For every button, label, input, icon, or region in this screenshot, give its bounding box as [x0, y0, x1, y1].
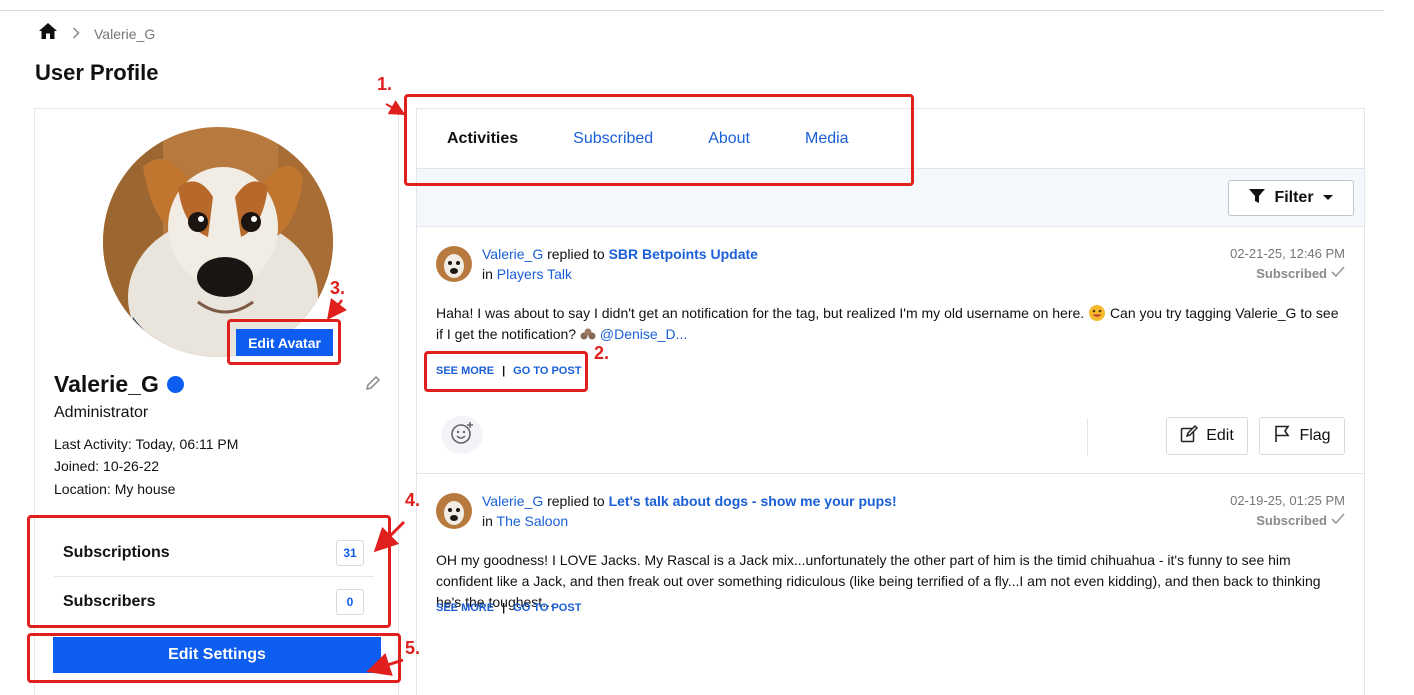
filter-label: Filter — [1274, 189, 1314, 206]
subscribed-label: Subscribed — [1256, 266, 1327, 281]
checkmark-icon — [1331, 513, 1345, 528]
post-date: 02-19-25, 01:25 PM — [1230, 493, 1345, 508]
post-in-label: in — [482, 513, 493, 529]
annotation-number-2: 2. — [594, 343, 610, 363]
activity-post: Valerie_G replied to Let's talk about do… — [417, 475, 1364, 695]
checkmark-icon — [1331, 266, 1345, 281]
grinning-emoji-icon — [1088, 305, 1106, 321]
last-activity: Last Activity: Today, 06:11 PM — [54, 436, 239, 452]
post-header: Valerie_G replied to SBR Betpoints Updat… — [482, 244, 758, 284]
annotation-box-tabs — [404, 94, 914, 186]
annotation-box-avatar — [227, 319, 341, 365]
online-status-icon — [166, 376, 184, 393]
flag-icon — [1273, 425, 1291, 448]
subscribed-label: Subscribed — [1256, 513, 1327, 528]
funnel-icon — [1248, 188, 1266, 209]
annotation-box-settings — [27, 633, 401, 683]
profile-username: Valerie_G — [54, 371, 184, 398]
joined-date: Joined: 10-26-22 — [54, 458, 160, 474]
annotation-number-4: 4. — [405, 490, 421, 510]
post-in-label: in — [482, 266, 493, 282]
home-icon[interactable] — [38, 22, 58, 45]
post-text-part-1: Haha! I was about to say I didn't get an… — [436, 305, 1085, 321]
post-thread-link[interactable]: Let's talk about dogs - show me your pup… — [609, 493, 897, 509]
action-divider — [1087, 418, 1088, 456]
annotation-box-links — [424, 351, 588, 392]
post-avatar[interactable] — [436, 493, 472, 529]
username-text: Valerie_G — [54, 371, 159, 397]
post-thread-link[interactable]: SBR Betpoints Update — [609, 246, 758, 262]
pencil-icon[interactable] — [365, 375, 381, 391]
edit-icon — [1180, 424, 1199, 448]
location: Location: My house — [54, 481, 176, 497]
smiley-plus-icon — [450, 421, 474, 450]
edit-label: Edit — [1206, 427, 1234, 444]
go-to-post-link[interactable]: GO TO POST — [513, 602, 581, 614]
flag-label: Flag — [1299, 427, 1331, 444]
breadcrumb: Valerie_G — [38, 22, 155, 45]
edit-post-button[interactable]: Edit — [1166, 417, 1248, 455]
post-action: replied to — [547, 246, 605, 262]
post-mention-link[interactable]: @Denise_D... — [600, 326, 687, 342]
post-body: Haha! I was about to say I didn't get an… — [436, 303, 1346, 345]
caret-down-icon — [1322, 189, 1334, 207]
filter-button[interactable]: Filter — [1228, 180, 1354, 216]
post-avatar[interactable] — [436, 246, 472, 282]
flag-post-button[interactable]: Flag — [1259, 417, 1345, 455]
post-header: Valerie_G replied to Let's talk about do… — [482, 491, 897, 531]
subscribed-status[interactable]: Subscribed — [1256, 513, 1345, 528]
activity-feed: Filter Valerie_G replied to SBR Betpoint… — [416, 168, 1365, 695]
subscribed-status[interactable]: Subscribed — [1256, 266, 1345, 281]
post-action: replied to — [547, 493, 605, 509]
link-separator: | — [502, 602, 506, 614]
profile-role: Administrator — [54, 404, 149, 421]
top-divider — [0, 10, 1384, 11]
annotation-number-5: 5. — [405, 638, 421, 658]
monkeys-emoji-icon — [580, 326, 596, 342]
annotation-number-1: 1. — [377, 74, 393, 94]
chevron-right-icon — [72, 26, 80, 42]
post-date: 02-21-25, 12:46 PM — [1230, 246, 1345, 261]
annotation-box-stats — [27, 515, 391, 628]
page-title: User Profile — [35, 60, 159, 85]
post-forum-link[interactable]: The Saloon — [497, 513, 569, 529]
post-author-link[interactable]: Valerie_G — [482, 493, 543, 509]
post-forum-link[interactable]: Players Talk — [497, 266, 572, 282]
add-reaction-button[interactable] — [441, 416, 483, 454]
see-more-link[interactable]: SEE MORE — [436, 602, 494, 614]
post-links: SEE MORE | GO TO POST — [436, 602, 581, 614]
breadcrumb-current: Valerie_G — [94, 25, 156, 42]
post-author-link[interactable]: Valerie_G — [482, 246, 543, 262]
annotation-number-3: 3. — [330, 278, 346, 298]
